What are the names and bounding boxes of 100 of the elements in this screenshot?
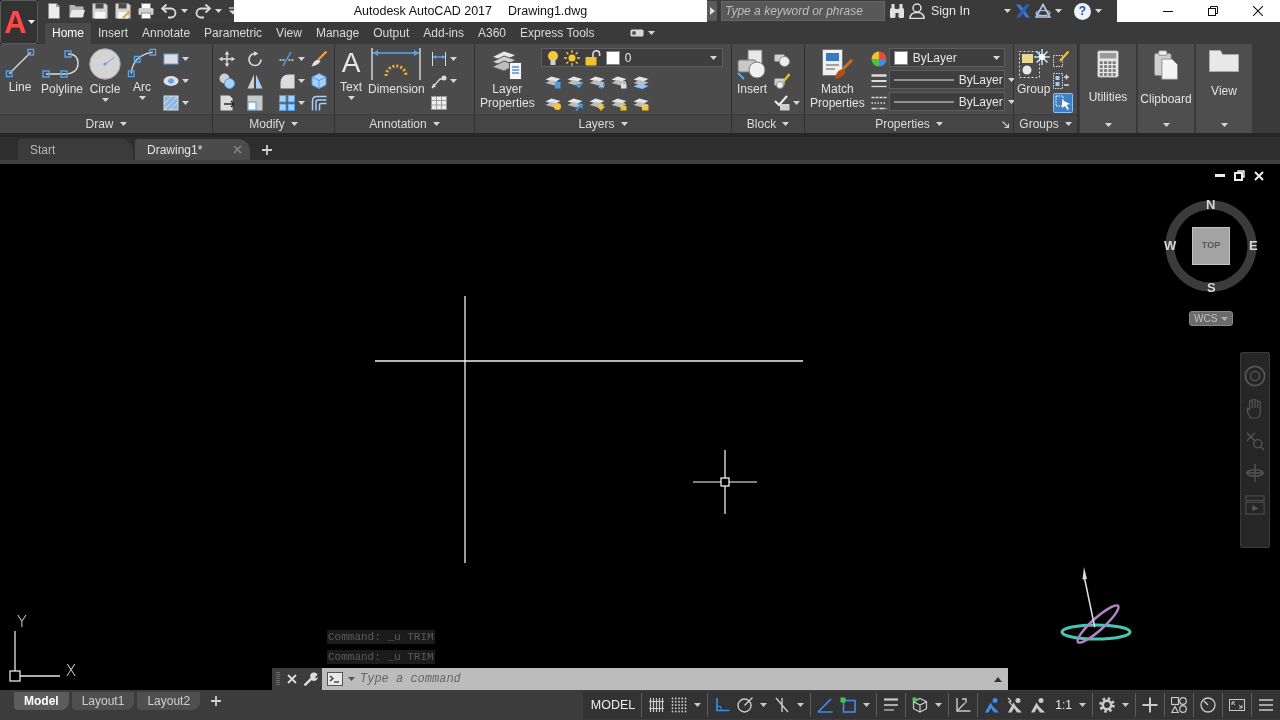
ribbon-button[interactable]: Dimension bbox=[366, 47, 427, 97]
hatched-square-icon[interactable] bbox=[163, 95, 180, 111]
caret-icon[interactable] bbox=[620, 122, 628, 126]
shapes-icon[interactable] bbox=[1171, 697, 1187, 713]
ribbon-tab[interactable]: Insert bbox=[91, 23, 136, 44]
caret-icon[interactable] bbox=[694, 703, 702, 707]
gauge-icon[interactable] bbox=[1200, 697, 1216, 713]
annotation-scale-button[interactable]: 1:1 bbox=[1030, 696, 1072, 714]
ribbon-tab[interactable]: A360 bbox=[471, 23, 513, 44]
restore-icon[interactable] bbox=[1234, 170, 1245, 181]
snap-square-icon[interactable] bbox=[840, 697, 857, 713]
command-input[interactable]: Type a command bbox=[360, 669, 989, 689]
file-tab[interactable]: Drawing1* bbox=[135, 139, 250, 160]
line-icon[interactable] bbox=[5, 48, 35, 78]
panel-title-button[interactable]: Layers bbox=[576, 115, 630, 133]
offset-curves-icon[interactable] bbox=[311, 95, 327, 111]
caret-icon[interactable] bbox=[215, 9, 222, 13]
line-weights-icon[interactable] bbox=[870, 73, 887, 89]
rectangle-icon[interactable] bbox=[163, 51, 180, 67]
command-prompt-icon[interactable] bbox=[327, 672, 343, 686]
caret-icon[interactable] bbox=[432, 122, 440, 126]
panel-title-button[interactable]: Modify bbox=[247, 115, 300, 133]
ribbon-tab[interactable]: Parametric bbox=[197, 23, 270, 44]
fullscreen-icon[interactable] bbox=[1229, 697, 1245, 713]
caret-icon[interactable] bbox=[797, 703, 805, 707]
caret-icon[interactable] bbox=[182, 101, 190, 105]
file-tab[interactable]: Start bbox=[18, 139, 133, 160]
ribbon-tab[interactable]: Add-ins bbox=[416, 23, 471, 44]
caret-icon[interactable] bbox=[119, 122, 127, 126]
right-angle-icon[interactable] bbox=[714, 697, 731, 713]
collapsed-panel-button[interactable]: Utilities bbox=[1080, 44, 1136, 133]
collapsed-panel-button[interactable]: View bbox=[1196, 44, 1252, 133]
clipboard-icon[interactable] bbox=[1154, 50, 1178, 80]
caret-icon[interactable] bbox=[138, 96, 146, 100]
wrench-icon[interactable] bbox=[304, 672, 318, 686]
caret-icon[interactable] bbox=[1079, 703, 1086, 707]
brush-icon[interactable] bbox=[311, 51, 327, 67]
close-icon[interactable] bbox=[1252, 6, 1263, 16]
plus-icon[interactable] bbox=[211, 696, 222, 706]
up-caret-icon[interactable] bbox=[994, 676, 1002, 682]
padlock-icon[interactable] bbox=[584, 49, 601, 66]
help-button[interactable]: ? bbox=[1073, 2, 1091, 20]
caret-icon[interactable] bbox=[27, 20, 35, 24]
plus-icon[interactable] bbox=[1142, 697, 1158, 713]
menu-icon[interactable] bbox=[1258, 697, 1274, 713]
caret-icon[interactable] bbox=[449, 57, 457, 61]
caret-icon[interactable] bbox=[1104, 123, 1112, 127]
dialog-launcher-icon[interactable] bbox=[1002, 120, 1009, 128]
caret-icon[interactable] bbox=[181, 9, 188, 13]
app-menu-button[interactable]: A bbox=[0, 0, 38, 44]
folder-icon[interactable] bbox=[69, 3, 85, 19]
ribbon-button[interactable]: Layer Properties bbox=[478, 47, 537, 111]
compass-label[interactable]: S bbox=[1207, 281, 1216, 295]
ribbon-button[interactable]: Polyline bbox=[39, 47, 86, 97]
ribbon-button[interactable]: Arc bbox=[125, 47, 160, 101]
layer-stack-icon[interactable] bbox=[491, 48, 524, 80]
plus-icon[interactable] bbox=[262, 145, 272, 155]
caret-icon[interactable] bbox=[182, 57, 190, 61]
triangle-logo-icon[interactable] bbox=[1034, 3, 1051, 19]
caret-icon[interactable] bbox=[709, 55, 717, 60]
ribbon-button[interactable]: Line bbox=[3, 47, 37, 95]
grid-squares-icon[interactable] bbox=[279, 95, 295, 111]
two-circles-icon[interactable] bbox=[219, 73, 235, 89]
search-field[interactable]: Type a keyword or phrase bbox=[721, 1, 885, 21]
cube-icon[interactable] bbox=[912, 697, 929, 713]
angle-icon[interactable] bbox=[817, 697, 834, 713]
color-wheel-icon[interactable] bbox=[870, 51, 887, 67]
ribbon-tab[interactable]: Annotate bbox=[135, 23, 198, 44]
caret-icon[interactable] bbox=[863, 703, 871, 707]
polyline-icon[interactable] bbox=[42, 48, 82, 80]
cube-icon[interactable] bbox=[311, 73, 327, 89]
arc-icon[interactable] bbox=[127, 48, 158, 78]
line-weights-icon[interactable] bbox=[883, 697, 900, 713]
dotted-square-pencil-icon[interactable] bbox=[1053, 51, 1070, 67]
new-page-icon[interactable] bbox=[46, 3, 62, 19]
binoculars-icon[interactable] bbox=[889, 3, 905, 19]
layout-tab[interactable]: Layout1 bbox=[71, 692, 135, 710]
compass-label[interactable]: E bbox=[1249, 239, 1258, 253]
move-arrows-icon[interactable] bbox=[219, 51, 235, 67]
caret-icon[interactable] bbox=[1007, 99, 1015, 104]
color-swatch-icon[interactable] bbox=[605, 50, 620, 65]
panel-toggle-icon[interactable] bbox=[629, 29, 644, 37]
circle-icon[interactable] bbox=[89, 48, 122, 80]
undo-arrow-icon[interactable] bbox=[161, 3, 177, 19]
ribbon-button[interactable]: Insert bbox=[734, 47, 770, 97]
dashed-lines-icon[interactable] bbox=[870, 95, 887, 111]
redo-arrow-icon[interactable] bbox=[195, 3, 211, 19]
caret-icon[interactable] bbox=[647, 31, 655, 35]
block-circle-icon[interactable] bbox=[736, 48, 768, 80]
ribbon-button[interactable]: A Text bbox=[338, 47, 364, 101]
isometric-lines-icon[interactable] bbox=[774, 697, 791, 713]
nested-squares-icon[interactable] bbox=[247, 95, 263, 111]
ribbon-button[interactable]: Circle bbox=[87, 47, 124, 103]
mirrored-triangles-icon[interactable] bbox=[247, 73, 263, 89]
caret-icon[interactable] bbox=[290, 122, 298, 126]
polar-circle-icon[interactable] bbox=[737, 697, 754, 713]
panel-title-button[interactable]: Block bbox=[744, 115, 792, 133]
dimension-arrows-icon[interactable] bbox=[371, 48, 422, 80]
caret-icon[interactable] bbox=[1007, 77, 1015, 82]
calculator-icon[interactable] bbox=[1097, 50, 1119, 78]
